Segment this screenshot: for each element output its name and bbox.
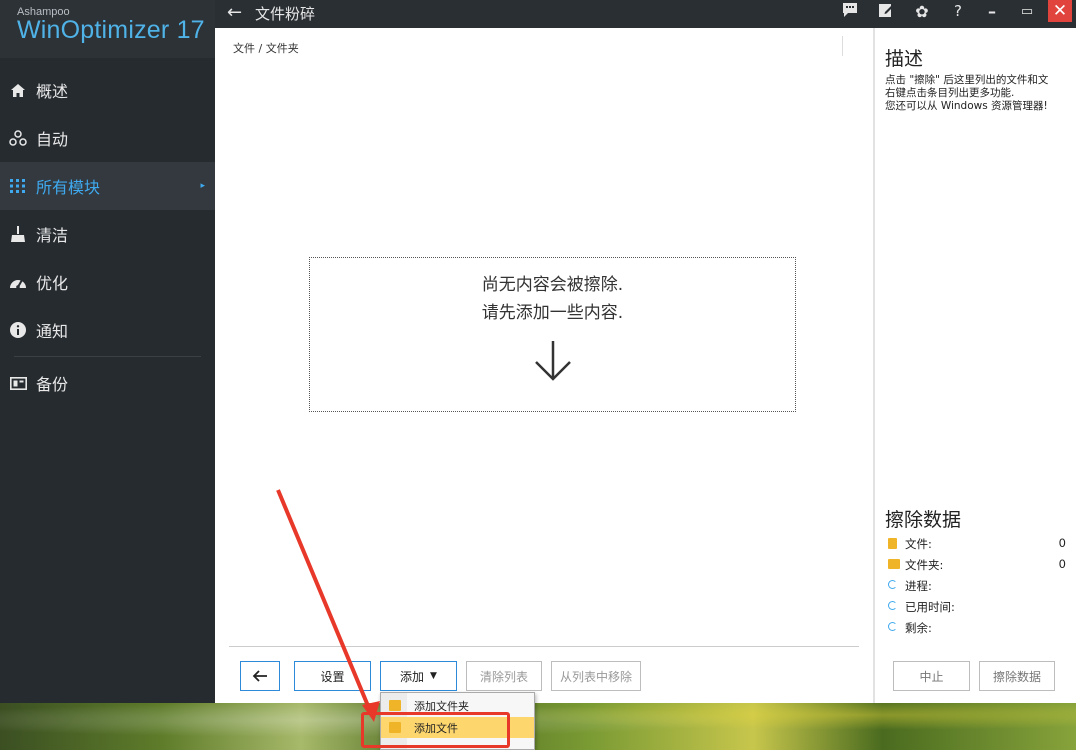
stat-label: 文件: [905,537,932,551]
window-title: 文件粉碎 [255,5,316,23]
home-icon [7,80,29,100]
sidebar-item-label: 优化 [36,274,69,293]
sidebar-item-label: 备份 [36,375,69,394]
sidebar-item-notify[interactable]: 通知 [0,306,215,354]
grid-icon [7,176,29,196]
stop-button[interactable]: 中止 [893,661,970,691]
empty-drop-zone[interactable]: 尚无内容会被擦除. 请先添加一些内容. [309,257,796,412]
chevron-down-icon: ▼ [430,671,437,681]
description-line: 您还可以从 Windows 资源管理器! [885,100,1048,112]
file-icon [888,538,897,549]
remaining-icon [888,622,897,631]
sidebar-item-overview[interactable]: 概述 [0,66,215,114]
brand-name: WinOptimizer 17 [17,16,215,45]
info-icon [7,320,29,340]
stat-files: 文件: 0 [888,536,1066,554]
folder-icon [389,700,401,711]
arrow-down-icon [533,339,573,387]
sidebar-item-clean[interactable]: 清洁 [0,210,215,258]
sidebar-item-label: 所有模块 [36,178,101,197]
folder-icon [888,559,900,569]
breadcrumb: 文件 / 文件夹 [233,42,299,55]
description-line: 点击 "擦除" 后这里列出的文件和文 [885,74,1049,86]
stat-label: 进程: [905,579,932,593]
desktop-background [0,700,1076,750]
sidebar-divider [14,356,201,357]
remove-from-list-button[interactable]: 从列表中移除 [551,661,641,691]
file-list-panel[interactable]: 文件 / 文件夹 尚无内容会被擦除. 请先添加一些内容. 设置 添加 ▼ 清除列… [215,28,873,703]
sidebar-item-backup[interactable]: 备份 [0,359,215,407]
stat-remaining: 剩余: [888,620,1066,638]
sidebar-item-label: 清洁 [36,226,69,245]
column-divider [842,36,843,56]
stat-elapsed: 已用时间: [888,599,1066,617]
sidebar-item-label: 概述 [36,82,69,101]
brand-name-text: WinOptimizer [17,16,170,44]
stat-value: 0 [1058,557,1066,571]
broom-icon [7,224,29,244]
toolbar-divider [229,646,859,647]
progress-icon [888,580,897,589]
elapsed-icon [888,601,897,610]
app-logo: Ashampoo WinOptimizer 17 [0,0,215,58]
erase-data-button[interactable]: 擦除数据 [979,661,1055,691]
sidebar-item-label: 通知 [36,322,69,341]
maximize-icon[interactable]: ▭ [1016,4,1038,19]
sidebar-item-auto[interactable]: 自动 [0,114,215,162]
clear-list-button[interactable]: 清除列表 [466,661,542,691]
erase-data-title: 擦除数据 [885,509,962,531]
settings-gear-icon[interactable]: ✿ [911,2,933,21]
minimize-icon[interactable]: – [981,2,1003,21]
annotation-highlight-box [361,712,510,748]
sidebar-item-label: 自动 [36,130,69,149]
settings-button[interactable]: 设置 [294,661,371,691]
description-line: 右键点击条目列出更多功能. [885,87,1015,99]
sidebar-item-all-modules[interactable]: 所有模块 ▸ [0,162,215,210]
help-icon[interactable]: ? [947,2,969,20]
stat-progress: 进程: [888,578,1066,596]
back-button[interactable] [240,661,280,691]
stat-label: 剩余: [905,621,932,635]
add-button-label: 添加 [400,669,425,684]
empty-message-line1: 尚无内容会被擦除. [481,275,624,295]
sidebar: Ashampoo WinOptimizer 17 概述 自动 所有模块 ▸ 清洁… [0,0,215,703]
title-back-button[interactable]: ← [227,2,242,23]
sidebar-nav: 概述 自动 所有模块 ▸ 清洁 优化 通知 备份 [0,66,215,407]
description-title: 描述 [885,48,924,70]
stat-label: 文件夹: [905,558,944,572]
backup-icon [7,373,29,393]
info-panel: 描述 点击 "擦除" 后这里列出的文件和文 右键点击条目列出更多功能. 您还可以… [873,28,1076,703]
brand-version: 17 [176,16,205,44]
description-text: 点击 "擦除" 后这里列出的文件和文 右键点击条目列出更多功能. 您还可以从 W… [885,74,1075,113]
feedback-icon[interactable] [839,2,861,22]
speedometer-icon [7,272,29,292]
auto-icon [7,128,29,148]
add-button[interactable]: 添加 ▼ [380,661,457,691]
title-bar: ← 文件粉碎 ✿ ? – ▭ ✕ [215,0,1076,28]
stat-label: 已用时间: [905,600,955,614]
empty-message-line2: 请先添加一些内容. [481,303,624,323]
stat-value: 0 [1058,536,1066,550]
sidebar-item-optimize[interactable]: 优化 [0,258,215,306]
arrow-left-icon [252,670,267,682]
close-button[interactable]: ✕ [1048,0,1072,22]
stat-folders: 文件夹: 0 [888,557,1066,575]
edit-icon[interactable] [875,2,897,22]
chevron-right-icon: ▸ [200,181,205,191]
